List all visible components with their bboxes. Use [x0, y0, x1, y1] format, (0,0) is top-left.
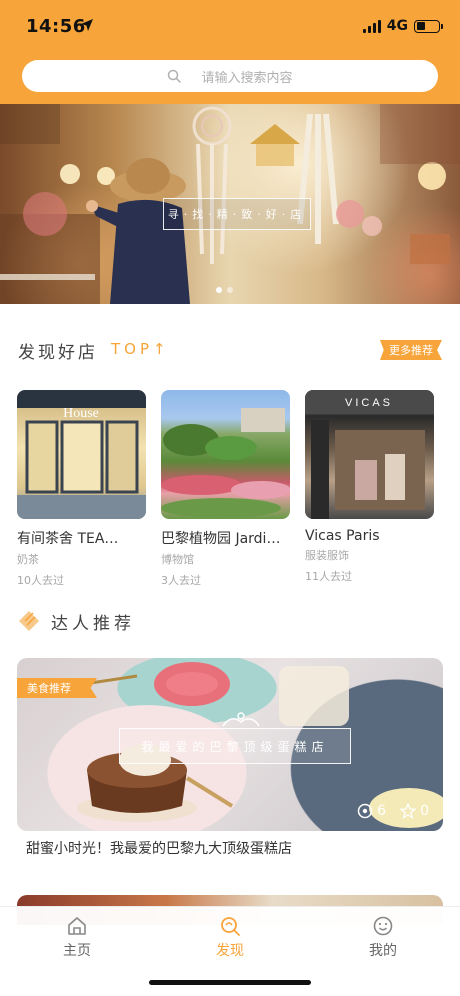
discover-title: 发现好店 [18, 343, 98, 363]
status-indicators: 4G [362, 17, 443, 35]
shop-image [161, 390, 290, 519]
talent-title: 达人推荐 [51, 614, 135, 634]
shop-category: 服装服饰 [305, 549, 349, 562]
food-recommend-tag: 美食推荐 [17, 678, 97, 698]
garden-image [161, 408, 290, 518]
shop-image: VICAS [305, 390, 434, 519]
home-icon [68, 917, 86, 935]
search-bar[interactable]: 请输入搜索内容 [22, 60, 438, 92]
view-stat: 6 [357, 803, 386, 819]
smiley-icon [373, 916, 393, 936]
tab-label: 我的 [369, 943, 397, 959]
tab-label: 发现 [216, 943, 244, 959]
carousel-dot[interactable] [216, 287, 222, 293]
shop-category: 博物馆 [161, 553, 194, 566]
shop-card[interactable]: 巴黎植物园 Jardi… 博物馆 3人去过 [161, 390, 290, 588]
signal-icon [362, 19, 381, 33]
status-bar: 14:56 4G [0, 0, 460, 52]
card-caption[interactable]: 甜蜜小时光！我最爱的巴黎九大顶级蛋糕店 [26, 838, 292, 858]
tab-mine[interactable]: 我的 [323, 915, 443, 960]
shop-name: Vicas Paris [305, 528, 380, 544]
card-stats: 6 0 [357, 803, 429, 819]
shop-category: 奶茶 [17, 553, 39, 566]
view-count: 6 [377, 803, 387, 819]
location-arrow-icon [81, 19, 93, 31]
tea-house-image: House [17, 406, 146, 519]
shop-name: 有间茶舍 TEA… [17, 531, 119, 547]
shop-visits: 3人去过 [161, 574, 201, 587]
shop-card[interactable]: VICAS Vicas Paris 服装服饰 11人去过 [305, 390, 434, 588]
carousel-dots [216, 287, 233, 293]
home-indicator [149, 980, 311, 985]
tea-house-sign: House [63, 406, 99, 421]
carousel-dot[interactable] [227, 287, 233, 293]
like-stat[interactable]: 0 [400, 803, 429, 819]
banner-title: 寻·找·精·致·好·店 [163, 198, 311, 230]
discover-icon [221, 917, 240, 936]
shop-card[interactable]: House 有间茶舍 TEA… 奶茶 10人去过 [17, 390, 146, 588]
header: 14:56 4G 请输入搜索内容 [0, 0, 460, 104]
shop-visits: 11人去过 [305, 570, 352, 583]
ornament-icon [222, 712, 260, 727]
shop-name: 巴黎植物园 Jardi… [161, 531, 281, 547]
top-label: TOP↑ [111, 340, 170, 358]
status-time: 14:56 [26, 16, 86, 37]
banner-carousel[interactable]: 寻·找·精·致·好·店 [0, 104, 460, 304]
battery-icon [414, 19, 443, 33]
card-title: 我最爱的巴黎顶级蛋糕店 [119, 728, 351, 764]
tab-discover[interactable]: 发现 [170, 915, 290, 960]
star-icon [400, 803, 417, 819]
recommend-card[interactable]: 美食推荐 我最爱的巴黎顶级蛋糕店 6 0 [17, 658, 443, 831]
view-icon [357, 803, 373, 819]
search-placeholder: 请输入搜索内容 [201, 70, 293, 86]
tab-label: 主页 [63, 943, 91, 959]
search-icon [168, 69, 182, 83]
shop-image: House [17, 390, 146, 519]
talent-recommend-icon [19, 611, 39, 631]
network-label: 4G [386, 18, 408, 34]
more-recommend-button[interactable]: 更多推荐 [380, 340, 442, 360]
vicas-store-image: VICAS [305, 390, 434, 519]
tab-home[interactable]: 主页 [17, 915, 137, 960]
like-count: 0 [420, 803, 429, 819]
shop-list: House 有间茶舍 TEA… 奶茶 10人去过 巴黎植物园 Jardi… 博物… [17, 390, 434, 588]
vicas-sign: VICAS [345, 397, 393, 409]
shop-visits: 10人去过 [17, 574, 64, 587]
